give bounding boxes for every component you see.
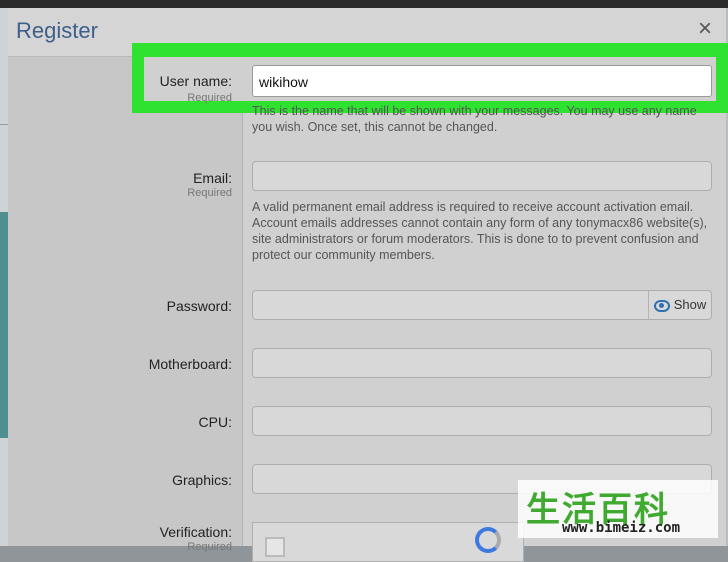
close-icon[interactable]: × [694, 17, 716, 41]
show-password-toggle[interactable]: Show [648, 291, 711, 319]
verification-required: Required [187, 541, 232, 553]
username-label: User name: [159, 73, 232, 89]
password-field[interactable]: Show [252, 290, 712, 320]
cpu-field[interactable] [252, 406, 712, 436]
dialog-title: Register [16, 18, 98, 43]
captcha-checkbox[interactable] [265, 537, 285, 557]
graphics-label: Graphics: [172, 472, 232, 488]
browser-top-bar [0, 0, 728, 8]
username-hint: This is the name that will be shown with… [252, 104, 697, 134]
motherboard-label: Motherboard: [148, 356, 232, 372]
background-banner [0, 212, 8, 438]
background-divider [0, 124, 8, 125]
watermark: 生活百科 www.bimeiz.com [518, 480, 718, 538]
email-required: Required [187, 187, 232, 199]
email-label: Email: [193, 170, 232, 186]
watermark-url: www.bimeiz.com [562, 520, 681, 536]
email-hint: A valid permanent email address is requi… [252, 200, 708, 262]
captcha-widget [252, 522, 524, 562]
password-label: Password: [166, 298, 232, 314]
show-label: Show [673, 297, 707, 312]
motherboard-field[interactable] [252, 348, 712, 378]
verification-label: Verification: [159, 524, 232, 540]
email-field[interactable] [252, 161, 712, 191]
cpu-label: CPU: [198, 414, 232, 430]
register-dialog: Register × User name: Required wikihow T… [8, 8, 728, 562]
recaptcha-icon [475, 527, 501, 553]
username-required: Required [187, 92, 232, 104]
eye-icon [653, 299, 670, 312]
username-input[interactable]: wikihow [252, 65, 712, 97]
